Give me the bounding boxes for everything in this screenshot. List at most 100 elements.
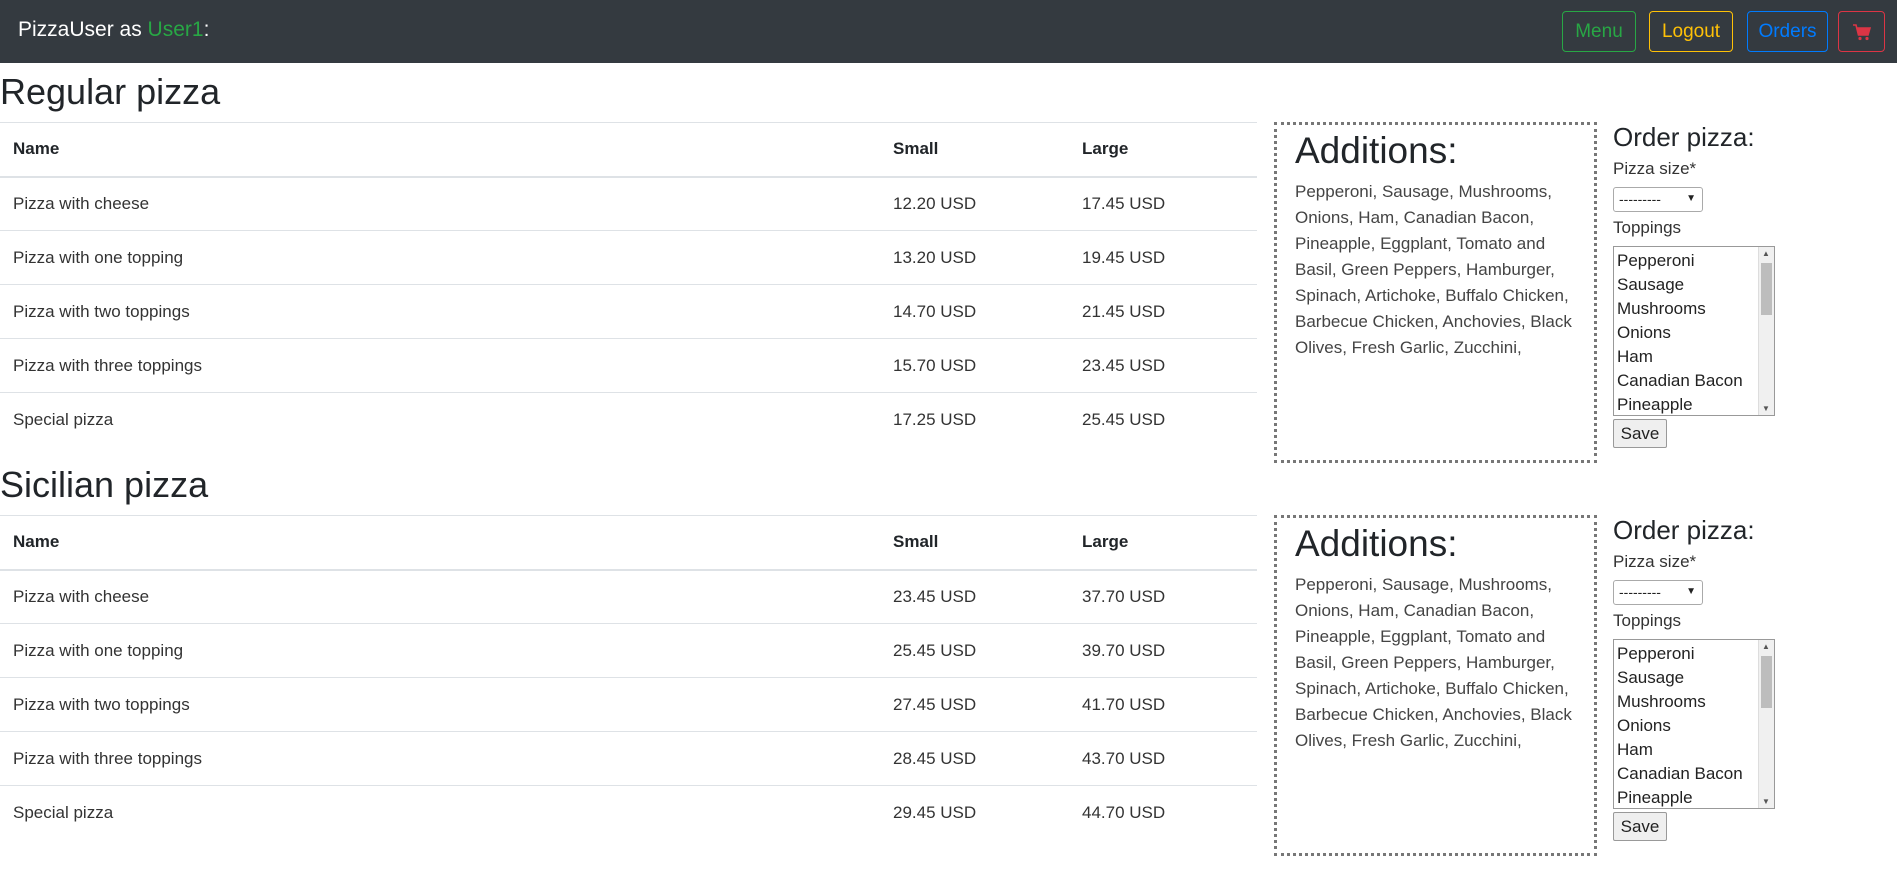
brand-prefix: PizzaUser as bbox=[18, 18, 148, 41]
pizza-size-value: --------- bbox=[1619, 584, 1661, 601]
order-title: Order pizza: bbox=[1613, 122, 1755, 152]
pizza-name: Special pizza bbox=[0, 392, 880, 447]
topping-option[interactable]: Pineapple bbox=[1617, 393, 1774, 415]
scrollbar-thumb[interactable] bbox=[1761, 263, 1772, 316]
order-title: Order pizza: bbox=[1613, 515, 1755, 545]
pizza-size-label: Pizza size* bbox=[1613, 552, 1697, 572]
additions-box: Additions: Pepperoni, Sausage, Mushrooms… bbox=[1274, 515, 1597, 856]
pizza-size-label: Pizza size* bbox=[1613, 159, 1697, 179]
small-price: 28.45 USD bbox=[880, 731, 1069, 786]
dropdown-arrow-icon: ▼ bbox=[1686, 586, 1696, 598]
small-price: 27.45 USD bbox=[880, 677, 1069, 732]
topping-option[interactable]: Ham bbox=[1617, 738, 1774, 762]
scroll-down-icon[interactable]: ▼ bbox=[1762, 404, 1770, 413]
table-row: Pizza with three toppings 28.45 USD 43.70 … bbox=[0, 731, 1257, 786]
toppings-multiselect[interactable]: Pepperoni Sausage Mushrooms Onions Ham C… bbox=[1613, 246, 1775, 417]
topping-option[interactable]: Onions bbox=[1617, 321, 1774, 345]
large-price: 25.45 USD bbox=[1069, 392, 1257, 447]
topping-option[interactable]: Mushrooms bbox=[1617, 297, 1774, 321]
scrollbar-thumb[interactable] bbox=[1761, 656, 1772, 709]
additions-title: Additions: bbox=[1295, 130, 1458, 171]
scroll-down-icon[interactable]: ▼ bbox=[1762, 797, 1770, 806]
scroll-up-icon[interactable]: ▲ bbox=[1762, 249, 1770, 258]
large-price: 41.70 USD bbox=[1069, 677, 1257, 732]
topping-option[interactable]: Ham bbox=[1617, 345, 1774, 369]
small-price: 15.70 USD bbox=[880, 338, 1069, 393]
pizza-name: Pizza with three toppings bbox=[0, 338, 880, 393]
pizza-size-value: --------- bbox=[1619, 191, 1661, 208]
table-row: Pizza with cheese 23.45 USD 37.70 USD bbox=[0, 569, 1257, 624]
large-price: 43.70 USD bbox=[1069, 731, 1257, 786]
section-title: Regular pizza bbox=[0, 71, 221, 112]
dropdown-arrow-icon: ▼ bbox=[1686, 193, 1696, 205]
shopping-cart-icon bbox=[1852, 23, 1871, 40]
pizza-name: Pizza with three toppings bbox=[0, 731, 880, 786]
large-price: 17.45 USD bbox=[1069, 176, 1257, 231]
topping-option[interactable]: Canadian Bacon bbox=[1617, 369, 1774, 393]
save-button[interactable]: Save bbox=[1613, 419, 1667, 449]
table-row: Pizza with cheese 12.20 USD 17.45 USD bbox=[0, 176, 1257, 231]
toppings-scrollbar[interactable]: ▲ ▼ bbox=[1758, 640, 1774, 809]
pizza-name: Special pizza bbox=[0, 785, 880, 840]
pizza-name: Pizza with two toppings bbox=[0, 284, 880, 339]
table-row: Pizza with two toppings 14.70 USD 21.45 US… bbox=[0, 284, 1257, 339]
large-price: 23.45 USD bbox=[1069, 338, 1257, 393]
header-large: Large bbox=[1069, 122, 1257, 178]
toppings-label: Toppings bbox=[1613, 611, 1682, 631]
topping-option[interactable]: Pepperoni bbox=[1617, 249, 1774, 273]
additions-box: Additions: Pepperoni, Sausage, Mushrooms… bbox=[1274, 122, 1597, 463]
logout-button[interactable]: Logout bbox=[1649, 11, 1733, 52]
table-row: Special pizza 17.25 USD 25.45 USD bbox=[0, 392, 1257, 447]
small-price: 25.45 USD bbox=[880, 623, 1069, 678]
orders-button[interactable]: Orders bbox=[1747, 11, 1828, 52]
table-row: Pizza with three toppings 15.70 USD 23.45 … bbox=[0, 338, 1257, 393]
large-price: 44.70 USD bbox=[1069, 785, 1257, 840]
section-title: Sicilian pizza bbox=[0, 464, 209, 505]
table-row: Special pizza 29.45 USD 44.70 USD bbox=[0, 785, 1257, 840]
pizza-name: Pizza with cheese bbox=[0, 176, 880, 231]
cart-button[interactable] bbox=[1838, 11, 1885, 52]
pizza-size-select[interactable]: --------- ▼ bbox=[1613, 187, 1703, 213]
topping-option[interactable]: Pepperoni bbox=[1617, 642, 1774, 666]
order-form: Order pizza: Pizza size* --------- ▼ Top… bbox=[1613, 515, 1873, 842]
username: User1 bbox=[147, 18, 204, 41]
small-price: 12.20 USD bbox=[880, 176, 1069, 231]
header-name: Name bbox=[0, 122, 880, 178]
topping-option[interactable]: Sausage bbox=[1617, 666, 1774, 690]
topping-option[interactable]: Sausage bbox=[1617, 273, 1774, 297]
navbar-brand[interactable]: PizzaUser as User1: bbox=[18, 18, 209, 42]
pizza-size-select[interactable]: --------- ▼ bbox=[1613, 580, 1703, 606]
additions-list: Pepperoni, Sausage, Mushrooms, Onions, H… bbox=[1295, 575, 1572, 751]
small-price: 13.20 USD bbox=[880, 230, 1069, 285]
price-table: Name Small Large Pizza with cheese 12.20 … bbox=[0, 122, 1257, 447]
table-row: Pizza with one topping 25.45 USD 39.70 USD bbox=[0, 623, 1257, 678]
large-price: 39.70 USD bbox=[1069, 623, 1257, 678]
additions-list: Pepperoni, Sausage, Mushrooms, Onions, H… bbox=[1295, 182, 1572, 358]
additions-title: Additions: bbox=[1295, 523, 1458, 564]
large-price: 37.70 USD bbox=[1069, 569, 1257, 624]
toppings-multiselect[interactable]: Pepperoni Sausage Mushrooms Onions Ham C… bbox=[1613, 639, 1775, 810]
pizza-name: Pizza with one topping bbox=[0, 230, 880, 285]
toppings-scrollbar[interactable]: ▲ ▼ bbox=[1758, 247, 1774, 416]
small-price: 23.45 USD bbox=[880, 569, 1069, 624]
table-header-row: Name Small Large bbox=[0, 122, 1257, 178]
small-price: 29.45 USD bbox=[880, 785, 1069, 840]
pizza-name: Pizza with cheese bbox=[0, 569, 880, 624]
table-row: Pizza with two toppings 27.45 USD 41.70 US… bbox=[0, 677, 1257, 732]
scroll-up-icon[interactable]: ▲ bbox=[1762, 642, 1770, 651]
topping-option[interactable]: Canadian Bacon bbox=[1617, 762, 1774, 786]
pizza-name: Pizza with one topping bbox=[0, 623, 880, 678]
topping-option[interactable]: Pineapple bbox=[1617, 786, 1774, 808]
save-button[interactable]: Save bbox=[1613, 812, 1667, 842]
table-header-row: Name Small Large bbox=[0, 515, 1257, 571]
top-navbar: PizzaUser as User1: Menu Logout Orders bbox=[0, 0, 1897, 63]
header-large: Large bbox=[1069, 515, 1257, 571]
large-price: 19.45 USD bbox=[1069, 230, 1257, 285]
large-price: 21.45 USD bbox=[1069, 284, 1257, 339]
topping-option[interactable]: Mushrooms bbox=[1617, 690, 1774, 714]
topping-option[interactable]: Onions bbox=[1617, 714, 1774, 738]
pizza-name: Pizza with two toppings bbox=[0, 677, 880, 732]
header-name: Name bbox=[0, 515, 880, 571]
small-price: 17.25 USD bbox=[880, 392, 1069, 447]
menu-button[interactable]: Menu bbox=[1562, 11, 1636, 52]
